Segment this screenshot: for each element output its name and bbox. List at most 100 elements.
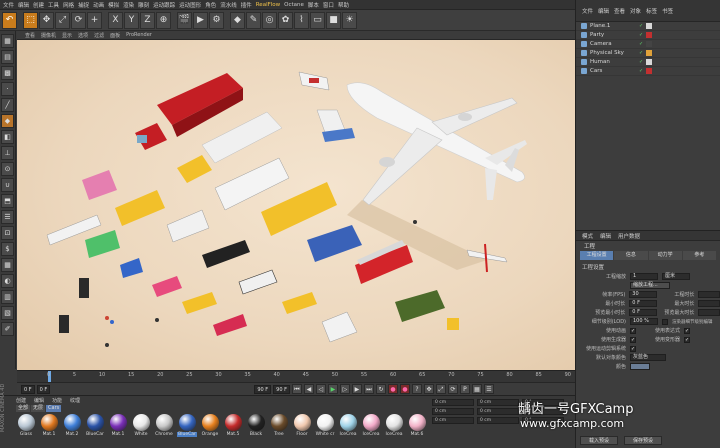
material-name[interactable]: Chrome [155, 432, 173, 437]
menu-item[interactable]: RealFlow [256, 2, 280, 8]
material-preview[interactable] [86, 414, 104, 431]
menu-item[interactable]: 网格 [63, 1, 74, 9]
material-swatch[interactable]: Mat.2 [62, 414, 82, 437]
material-swatch[interactable]: White cr [315, 414, 335, 437]
fps-field[interactable]: 30 [629, 291, 657, 298]
material-swatch[interactable]: Mat.5 [223, 414, 243, 437]
object-row[interactable]: Human ✓ [576, 58, 720, 67]
material-preview[interactable] [155, 414, 173, 431]
material-name[interactable]: IceCrea [386, 432, 403, 437]
material-menu-item[interactable]: 功能 [52, 397, 62, 404]
material-preview[interactable] [270, 414, 288, 431]
material-swatch[interactable]: IceCrea [384, 414, 404, 437]
material-name[interactable]: BlueCar [177, 432, 197, 437]
material-preview[interactable] [40, 414, 58, 431]
attributes-subtab[interactable]: 参考 [682, 251, 716, 260]
attributes-subtab[interactable]: 工程设置 [580, 251, 614, 260]
material-name[interactable]: Mat.1 [112, 432, 125, 437]
x-axis-button[interactable]: X [108, 11, 123, 29]
preview-min-field[interactable]: 0 F [629, 309, 657, 316]
material-preview[interactable] [385, 414, 403, 431]
object-row[interactable]: Physical Sky ✓ [576, 49, 720, 58]
objects-menu-item[interactable]: 标签 [646, 7, 657, 15]
material-preview[interactable] [132, 414, 150, 431]
rotation-key-icon[interactable]: ⟳ [447, 384, 458, 394]
material-menu-item[interactable]: 编辑 [34, 397, 44, 404]
object-name[interactable]: Human [590, 59, 636, 65]
material-name[interactable]: IceCrea [363, 432, 380, 437]
material-preview[interactable] [293, 414, 311, 431]
pen-icon[interactable]: ✎ [246, 11, 261, 29]
viewport-menu-item[interactable]: 过滤 [94, 32, 104, 39]
y-axis-button[interactable]: Y [124, 11, 139, 29]
attributes-subtab[interactable]: 动力学 [648, 251, 682, 260]
go-to-end-icon[interactable]: ⏭ [363, 384, 374, 394]
coordinate-field[interactable]: 0 cm [432, 417, 474, 424]
script-icon[interactable]: $ [1, 242, 14, 256]
object-name[interactable]: Party [590, 32, 636, 38]
material-swatch[interactable]: Mat.6 [407, 414, 427, 437]
material-preview[interactable] [339, 414, 357, 431]
material-name[interactable]: Glass [20, 432, 32, 437]
texture-mode-icon[interactable]: ▤ [1, 50, 14, 64]
autokey-icon[interactable]: ● [399, 384, 410, 394]
pla-key-icon[interactable]: ▦ [471, 384, 482, 394]
floor-icon[interactable]: ▭ [310, 11, 325, 29]
visibility-check-icon[interactable]: ✓ [639, 41, 643, 47]
viewport-render[interactable] [17, 40, 575, 370]
visibility-check-icon[interactable]: ✓ [639, 23, 643, 29]
start-frame-field[interactable]: 0 F [21, 384, 35, 394]
save-preset-button[interactable]: 保存预设 [624, 436, 662, 445]
objects-menu-item[interactable]: 文件 [582, 7, 593, 15]
material-swatch[interactable]: BlueCar [85, 414, 105, 437]
use-expressions-checkbox[interactable]: ✓ [684, 327, 690, 334]
timeline[interactable]: 0 5 10 15 20 25 30 35 40 45 50 55 60 65 70 75 80 85 90 [17, 370, 575, 383]
material-swatch[interactable]: BlueCar [177, 414, 197, 437]
object-name[interactable]: Plane.1 [590, 23, 636, 29]
stack-icon[interactable]: ☰ [1, 210, 14, 224]
light-icon[interactable]: ☀ [342, 11, 357, 29]
paint-icon[interactable]: ✐ [1, 322, 14, 336]
load-preset-button[interactable]: 载入预设 [580, 436, 618, 445]
menu-item[interactable]: 运动跟踪 [153, 1, 175, 9]
make-editable-icon[interactable]: ▦ [1, 34, 14, 48]
material-swatch[interactable]: Mat.1 [39, 414, 59, 437]
material-menu-item[interactable]: 纹理 [70, 397, 80, 404]
menu-item[interactable]: 渲染 [123, 1, 134, 9]
timeline-menu-icon[interactable]: ☰ [483, 384, 494, 394]
next-frame-icon[interactable]: ▷ [339, 384, 350, 394]
menu-item[interactable]: 流水线 [220, 1, 237, 9]
menu-item[interactable]: 角色 [205, 1, 216, 9]
polygons-mode-icon[interactable]: ◆ [1, 114, 14, 128]
attributes-menu-item[interactable]: 编辑 [600, 232, 611, 240]
menu-item[interactable]: 运动图形 [179, 1, 201, 9]
menu-item[interactable]: 动画 [93, 1, 104, 9]
material-preview[interactable] [63, 414, 81, 431]
material-preview[interactable] [178, 414, 196, 431]
menu-item[interactable]: 窗口 [323, 1, 334, 9]
coordinate-field[interactable]: 0 cm [432, 408, 474, 415]
axis-mode-icon[interactable]: ⊥ [1, 146, 14, 160]
coordinate-field[interactable]: 0 cm [477, 399, 519, 406]
position-key-icon[interactable]: ✥ [423, 384, 434, 394]
magnet-icon[interactable]: ∪ [1, 178, 14, 192]
edges-mode-icon[interactable]: ╱ [1, 98, 14, 112]
attributes-subtab[interactable]: 信息 [614, 251, 648, 260]
material-swatch[interactable]: Tree [269, 414, 289, 437]
material-name[interactable]: Mat.1 [43, 432, 56, 437]
menu-item[interactable]: 工具 [48, 1, 59, 9]
menu-item[interactable]: Octane [284, 2, 304, 8]
objects-menu-item[interactable]: 书签 [662, 7, 673, 15]
scale-key-icon[interactable]: ⤢ [435, 384, 446, 394]
material-swatch[interactable]: Glass [16, 414, 36, 437]
menu-item[interactable]: 创建 [33, 1, 44, 9]
color-swatch[interactable] [630, 363, 650, 370]
object-tag-icon[interactable] [646, 32, 653, 38]
object-row[interactable]: Plane.1 ✓ [576, 22, 720, 31]
object-name[interactable]: Physical Sky [590, 50, 636, 56]
loop-icon[interactable]: ↻ [375, 384, 386, 394]
material-preview[interactable] [247, 414, 265, 431]
object-row[interactable]: Party ✓ [576, 31, 720, 40]
scale-field[interactable]: 1 [630, 273, 658, 280]
object-name[interactable]: Cars [590, 68, 636, 74]
